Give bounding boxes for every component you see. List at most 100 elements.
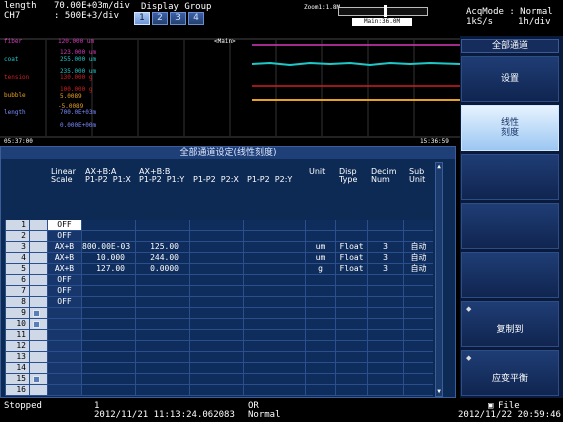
cell-check[interactable] <box>29 341 47 352</box>
cell-a[interactable] <box>81 231 135 242</box>
cell-unit[interactable] <box>305 341 335 352</box>
cell-decim[interactable]: 3 <box>367 242 403 253</box>
table-row[interactable]: 6 OFF <box>5 275 433 286</box>
table-row[interactable]: 11 <box>5 330 433 341</box>
cell-check[interactable] <box>29 374 47 385</box>
cell-p2x[interactable] <box>189 231 243 242</box>
cell-decim[interactable] <box>367 220 403 231</box>
cell-disp[interactable]: Float <box>335 264 367 275</box>
cell-scale[interactable]: OFF <box>47 220 81 231</box>
settings-softkey[interactable]: 设置 <box>461 56 559 102</box>
group-1-button[interactable]: 1 <box>134 12 150 25</box>
cell-unit[interactable] <box>305 286 335 297</box>
cell-b[interactable] <box>135 297 189 308</box>
cell-sub[interactable] <box>403 308 433 319</box>
cell-check[interactable] <box>29 286 47 297</box>
cell-unit[interactable]: um <box>305 253 335 264</box>
cell-disp[interactable] <box>335 352 367 363</box>
cell-a[interactable] <box>81 319 135 330</box>
strain-balance-softkey[interactable]: ◆ 应变平衡 <box>461 350 559 396</box>
cell-check[interactable] <box>29 253 47 264</box>
cell-sub[interactable] <box>403 374 433 385</box>
cell-unit[interactable] <box>305 319 335 330</box>
table-row[interactable]: 5 AX+B 127.00 0.0000 g Float 3 自动 <box>5 264 433 275</box>
cell-b[interactable] <box>135 319 189 330</box>
row-checkbox-icon[interactable] <box>33 321 40 328</box>
cell-b[interactable] <box>135 330 189 341</box>
zoom-position-marker[interactable] <box>384 5 387 17</box>
cell-disp[interactable] <box>335 374 367 385</box>
cell-a[interactable] <box>81 363 135 374</box>
cell-scale[interactable]: OFF <box>47 297 81 308</box>
cell-a[interactable]: 10.000 <box>81 253 135 264</box>
table-scrollbar[interactable]: ▲ ▼ <box>435 162 443 397</box>
cell-p2x[interactable] <box>189 363 243 374</box>
cell-p2y[interactable] <box>243 319 305 330</box>
cell-scale[interactable]: AX+B <box>47 264 81 275</box>
cell-p2x[interactable] <box>189 352 243 363</box>
cell-disp[interactable] <box>335 220 367 231</box>
cell-scale[interactable] <box>47 308 81 319</box>
cell-p2x[interactable] <box>189 286 243 297</box>
cell-b[interactable] <box>135 374 189 385</box>
cell-p2x[interactable] <box>189 330 243 341</box>
scroll-down-icon[interactable]: ▼ <box>436 389 442 395</box>
cell-p2y[interactable] <box>243 374 305 385</box>
cell-decim[interactable]: 3 <box>367 253 403 264</box>
cell-check[interactable] <box>29 242 47 253</box>
cell-decim[interactable] <box>367 374 403 385</box>
cell-scale[interactable] <box>47 352 81 363</box>
cell-p2y[interactable] <box>243 286 305 297</box>
cell-sub[interactable]: 自动 <box>403 264 433 275</box>
table-row[interactable]: 14 <box>5 363 433 374</box>
row-checkbox-icon[interactable] <box>33 376 40 383</box>
empty-softkey-3[interactable] <box>461 252 559 298</box>
cell-decim[interactable] <box>367 319 403 330</box>
table-row[interactable]: 2 OFF <box>5 231 433 242</box>
cell-sub[interactable]: 自动 <box>403 242 433 253</box>
cell-b[interactable]: 244.00 <box>135 253 189 264</box>
table-row[interactable]: 15 <box>5 374 433 385</box>
cell-unit[interactable] <box>305 308 335 319</box>
empty-softkey-1[interactable] <box>461 154 559 200</box>
cell-p2x[interactable] <box>189 220 243 231</box>
cell-check[interactable] <box>29 220 47 231</box>
cell-scale[interactable]: AX+B <box>47 253 81 264</box>
cell-b[interactable]: 0.0000 <box>135 264 189 275</box>
cell-unit[interactable] <box>305 275 335 286</box>
cell-b[interactable] <box>135 385 189 396</box>
cell-disp[interactable]: Float <box>335 242 367 253</box>
table-row[interactable]: 1 OFF <box>5 220 433 231</box>
table-row[interactable]: 4 AX+B 10.000 244.00 um Float 3 自动 <box>5 253 433 264</box>
cell-decim[interactable] <box>367 308 403 319</box>
cell-check[interactable] <box>29 330 47 341</box>
cell-p2y[interactable] <box>243 242 305 253</box>
cell-disp[interactable] <box>335 341 367 352</box>
scroll-up-icon[interactable]: ▲ <box>436 164 442 170</box>
cell-decim[interactable] <box>367 275 403 286</box>
cell-p2y[interactable] <box>243 297 305 308</box>
cell-unit[interactable] <box>305 297 335 308</box>
table-row[interactable]: 12 <box>5 341 433 352</box>
cell-decim[interactable] <box>367 297 403 308</box>
cell-p2y[interactable] <box>243 231 305 242</box>
cell-disp[interactable] <box>335 308 367 319</box>
cell-sub[interactable] <box>403 275 433 286</box>
copy-to-softkey[interactable]: ◆ 复制到 <box>461 301 559 347</box>
table-row[interactable]: 10 <box>5 319 433 330</box>
cell-p2y[interactable] <box>243 264 305 275</box>
cell-a[interactable] <box>81 297 135 308</box>
cell-b[interactable] <box>135 275 189 286</box>
cell-a[interactable] <box>81 275 135 286</box>
cell-p2y[interactable] <box>243 253 305 264</box>
cell-p2y[interactable] <box>243 363 305 374</box>
cell-b[interactable]: 125.00 <box>135 242 189 253</box>
cell-check[interactable] <box>29 297 47 308</box>
cell-decim[interactable]: 3 <box>367 264 403 275</box>
cell-a[interactable] <box>81 385 135 396</box>
row-checkbox-icon[interactable] <box>33 310 40 317</box>
cell-a[interactable] <box>81 308 135 319</box>
cell-scale[interactable]: OFF <box>47 286 81 297</box>
cell-p2x[interactable] <box>189 253 243 264</box>
cell-sub[interactable] <box>403 341 433 352</box>
